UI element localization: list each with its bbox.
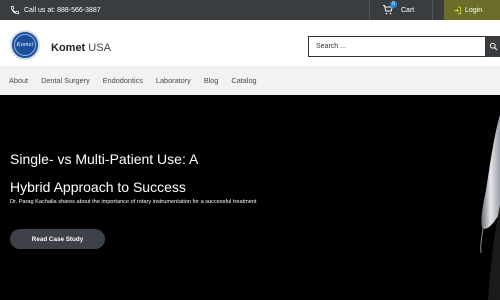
search-icon	[489, 42, 497, 51]
topbar-divider	[432, 0, 433, 20]
nav-item-dental-surgery[interactable]: Dental Surgery	[41, 76, 90, 85]
login-label: Login	[465, 6, 483, 14]
top-utility-bar: Call us at: 888-566-3887 0 Cart Login	[0, 0, 500, 20]
logo-ring: Komet	[14, 34, 36, 56]
nav-item-about[interactable]: About	[9, 76, 28, 85]
hero-banner: Single- vs Multi-Patient Use: A Hybrid A…	[0, 95, 500, 300]
nav-item-laboratory[interactable]: Laboratory	[156, 76, 191, 85]
hero-title-line1: Single- vs Multi-Patient Use: A	[10, 151, 199, 167]
nav-item-catalog[interactable]: Catalog	[231, 76, 256, 85]
brand-name-bold: Komet	[51, 42, 86, 54]
cart-count-badge: 0	[390, 1, 397, 8]
search-input[interactable]: Search ...	[308, 36, 486, 57]
hero-instrument-image	[480, 115, 500, 300]
cta-label: Read Case Study	[31, 235, 84, 243]
search-button[interactable]	[486, 36, 500, 57]
logo-text: Komet	[16, 42, 34, 48]
phone-link[interactable]: Call us at: 888-566-3887	[10, 3, 101, 17]
search-placeholder: Search ...	[316, 43, 346, 50]
cart-label: Cart	[401, 6, 415, 14]
brand-name[interactable]: Komet USA	[51, 42, 111, 54]
hero-subtitle: Dr. Parag Kachalia shares about the impo…	[10, 199, 257, 205]
read-case-study-button[interactable]: Read Case Study	[10, 229, 105, 249]
phone-icon	[10, 5, 20, 15]
hero-title-line2: Hybrid Approach to Success	[10, 179, 186, 195]
komet-logo[interactable]: Komet	[10, 30, 40, 60]
login-button[interactable]: Login	[444, 0, 500, 20]
login-icon	[454, 6, 461, 14]
nav-item-endodontics[interactable]: Endodontics	[103, 76, 143, 85]
topbar-divider	[369, 0, 370, 20]
main-nav: About Dental Surgery Endodontics Laborat…	[0, 66, 500, 95]
cart-link[interactable]: 0 Cart	[382, 1, 415, 17]
brand-region: USA	[88, 42, 111, 54]
phone-text: Call us at: 888-566-3887	[24, 6, 101, 14]
nav-item-blog[interactable]: Blog	[204, 76, 219, 85]
